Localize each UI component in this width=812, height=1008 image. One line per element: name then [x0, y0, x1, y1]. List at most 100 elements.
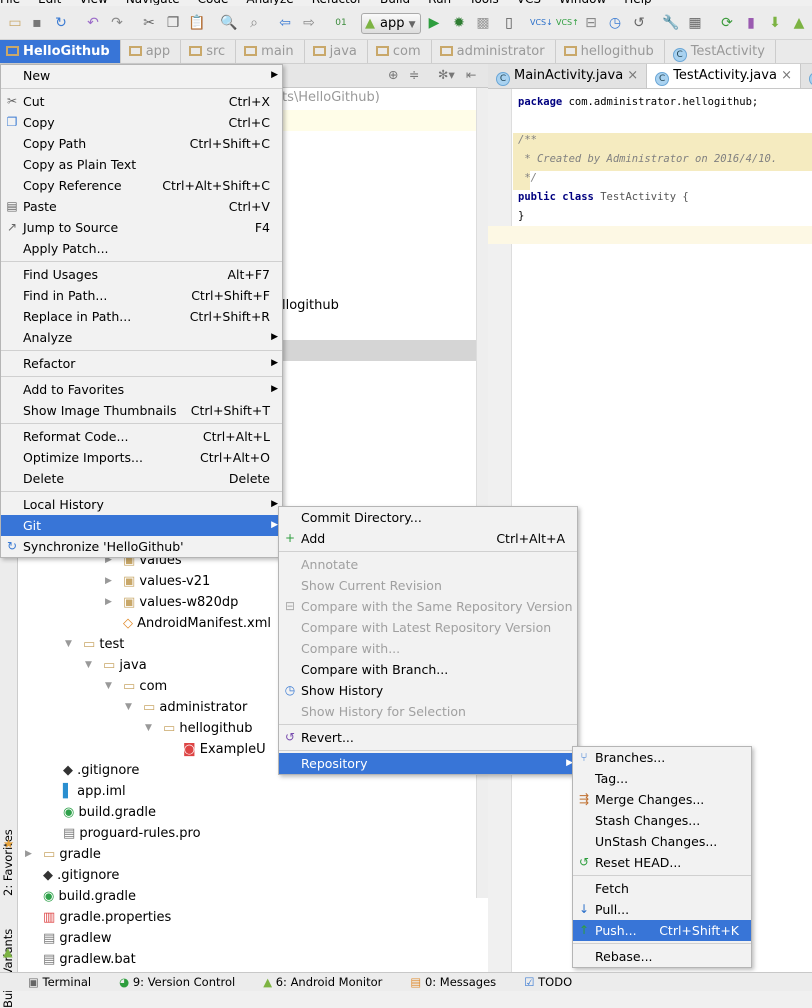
- menu-run[interactable]: Run: [428, 0, 451, 5]
- git-item-compare-with[interactable]: Compare with...: [279, 638, 577, 659]
- tree-item[interactable]: ▭ test: [83, 634, 124, 655]
- revert-icon[interactable]: ↺: [630, 14, 648, 32]
- menu-item-synchronize-hellogithub[interactable]: ↻ Synchronize 'HelloGithub': [1, 536, 282, 557]
- tab-mainactivity-java[interactable]: C MainActivity.java ×: [488, 64, 648, 88]
- device-icon[interactable]: ▯: [500, 14, 518, 32]
- git-item-show-history-for-selection[interactable]: Show History for Selection: [279, 701, 577, 722]
- expand-arrow-icon[interactable]: ▶: [105, 597, 112, 607]
- expand-arrow-icon[interactable]: ▼: [105, 681, 112, 691]
- replace-icon[interactable]: ⌕: [245, 14, 263, 32]
- menu-item-optimize-imports[interactable]: Optimize Imports... Ctrl+Alt+O: [1, 447, 282, 468]
- repo-item-push[interactable]: ↑ Push... Ctrl+Shift+K: [573, 920, 751, 941]
- menu-item-git[interactable]: Git ▶: [1, 515, 282, 536]
- breadcrumb-com[interactable]: com: [368, 40, 432, 63]
- menu-item-add-to-favorites[interactable]: Add to Favorites ▶: [1, 379, 282, 400]
- expand-arrow-icon[interactable]: ▼: [65, 639, 72, 649]
- menu-vcs[interactable]: VCS: [517, 0, 541, 5]
- tree-item[interactable]: ◇ AndroidManifest.xml: [123, 613, 271, 634]
- menu-analyze[interactable]: Analyze: [246, 0, 293, 5]
- run-config-select[interactable]: ▲ app ▼: [361, 13, 421, 34]
- menu-file[interactable]: File: [0, 0, 20, 5]
- hide-icon[interactable]: ⇤: [466, 67, 476, 82]
- bottom-tab-0-messages[interactable]: ▤ 0: Messages: [410, 973, 496, 992]
- menu-window[interactable]: Window: [559, 0, 606, 5]
- git-item-compare-with-branch[interactable]: Compare with Branch...: [279, 659, 577, 680]
- menu-item-analyze[interactable]: Analyze ▶: [1, 327, 282, 348]
- tab-c[interactable]: Cc: [801, 64, 812, 88]
- git-item-add[interactable]: + Add Ctrl+Alt+A: [279, 528, 577, 549]
- undo-icon[interactable]: ↶: [84, 14, 102, 32]
- cut-icon[interactable]: ✂: [140, 14, 158, 32]
- redo-icon[interactable]: ↷: [108, 14, 126, 32]
- repo-item-tag[interactable]: Tag...: [573, 768, 751, 789]
- menu-item-cut[interactable]: ✂ Cut Ctrl+X: [1, 91, 282, 112]
- menu-item-delete[interactable]: Delete Delete: [1, 468, 282, 489]
- tree-item[interactable]: ▭ administrator: [143, 697, 247, 718]
- tree-item[interactable]: ◆ .gitignore: [63, 760, 139, 781]
- breadcrumb-src[interactable]: src: [181, 40, 237, 63]
- project-structure-icon[interactable]: ▦: [686, 14, 704, 32]
- find-icon[interactable]: 🔍: [220, 14, 238, 32]
- menu-item-jump-to-source[interactable]: ↗ Jump to Source F4: [1, 217, 282, 238]
- tree-item[interactable]: ◉ build.gradle: [63, 802, 156, 823]
- make-project-icon[interactable]: 01: [332, 14, 350, 32]
- git-item-annotate[interactable]: Annotate: [279, 554, 577, 575]
- coverage-icon[interactable]: ▩: [474, 14, 492, 32]
- expand-arrow-icon[interactable]: ▼: [145, 723, 152, 733]
- tree-item[interactable]: ▌ app.iml: [63, 781, 126, 802]
- menu-item-copy-as-plain-text[interactable]: Copy as Plain Text: [1, 154, 282, 175]
- breadcrumb-hellogithub[interactable]: hellogithub: [556, 40, 665, 63]
- menu-build[interactable]: Build: [380, 0, 410, 5]
- breadcrumb-administrator[interactable]: administrator: [432, 40, 556, 63]
- breadcrumb-app[interactable]: app: [121, 40, 182, 63]
- menu-navigate[interactable]: Navigate: [126, 0, 180, 5]
- bottom-tab-terminal[interactable]: ▣ Terminal: [28, 973, 91, 992]
- open-icon[interactable]: ▭: [6, 14, 24, 32]
- history-icon[interactable]: ◷: [606, 14, 624, 32]
- sync-icon[interactable]: ↻: [52, 14, 70, 32]
- selected-row[interactable]: [282, 340, 476, 361]
- menu-item-replace-in-path[interactable]: Replace in Path... Ctrl+Shift+R: [1, 306, 282, 327]
- repo-item-reset-head[interactable]: ↺ Reset HEAD...: [573, 852, 751, 873]
- tree-item[interactable]: ▭ com: [123, 676, 167, 697]
- locate-icon[interactable]: ⊕: [388, 67, 398, 82]
- menu-item-copy[interactable]: ❐ Copy Ctrl+C: [1, 112, 282, 133]
- tree-item[interactable]: ▭ gradle: [43, 844, 101, 865]
- repo-item-pull[interactable]: ↓ Pull...: [573, 899, 751, 920]
- bottom-tab-6-android-monitor[interactable]: ▲ 6: Android Monitor: [263, 973, 382, 992]
- bottom-tab-todo[interactable]: ☑ TODO: [524, 973, 572, 992]
- git-item-repository[interactable]: Repository ▶: [279, 753, 577, 774]
- menu-item-refactor[interactable]: Refactor ▶: [1, 353, 282, 374]
- expand-arrow-icon[interactable]: ▶: [25, 849, 32, 859]
- breadcrumb-main[interactable]: main: [236, 40, 305, 63]
- git-item-compare-with-latest-repository-version[interactable]: Compare with Latest Repository Version: [279, 617, 577, 638]
- tree-item[interactable]: ▭ java: [103, 655, 147, 676]
- repo-item-branches[interactable]: ⑂ Branches...: [573, 747, 751, 768]
- repo-item-stash-changes[interactable]: Stash Changes...: [573, 810, 751, 831]
- compare-icon[interactable]: ⊟: [582, 14, 600, 32]
- android-device-monitor-icon[interactable]: ▲: [790, 14, 808, 32]
- tree-item[interactable]: ▤ gradlew.bat: [43, 949, 136, 970]
- repo-item-merge-changes[interactable]: ⇶ Merge Changes...: [573, 789, 751, 810]
- git-item-show-history[interactable]: ◷ Show History: [279, 680, 577, 701]
- tree-item[interactable]: ▤ proguard-rules.pro: [63, 823, 201, 844]
- tree-item[interactable]: ▣ values-v21: [123, 571, 210, 592]
- expand-arrow-icon[interactable]: ▼: [85, 660, 92, 670]
- menu-refactor[interactable]: Refactor: [312, 0, 362, 5]
- package-node[interactable]: llogithub: [282, 298, 339, 313]
- tree-item[interactable]: ▭ hellogithub: [163, 718, 253, 739]
- git-item-commit-directory[interactable]: Commit Directory...: [279, 507, 577, 528]
- repo-item-unstash-changes[interactable]: UnStash Changes...: [573, 831, 751, 852]
- back-icon[interactable]: ⇦: [276, 14, 294, 32]
- run-icon[interactable]: ▶: [425, 14, 443, 32]
- save-icon[interactable]: ▪: [28, 14, 46, 32]
- menu-item-find-in-path[interactable]: Find in Path... Ctrl+Shift+F: [1, 285, 282, 306]
- menu-tools[interactable]: Tools: [469, 0, 499, 5]
- menu-item-show-image-thumbnails[interactable]: Show Image Thumbnails Ctrl+Shift+T: [1, 400, 282, 421]
- expand-arrow-icon[interactable]: ▶: [105, 576, 112, 586]
- repo-item-rebase[interactable]: Rebase...: [573, 946, 751, 967]
- gear-icon[interactable]: ✻▾: [438, 67, 455, 82]
- sync-gradle-icon[interactable]: ⟳: [718, 14, 736, 32]
- copy-icon[interactable]: ❐: [164, 14, 182, 32]
- git-item-compare-with-the-same-repository-version[interactable]: ⊟ Compare with the Same Repository Versio…: [279, 596, 577, 617]
